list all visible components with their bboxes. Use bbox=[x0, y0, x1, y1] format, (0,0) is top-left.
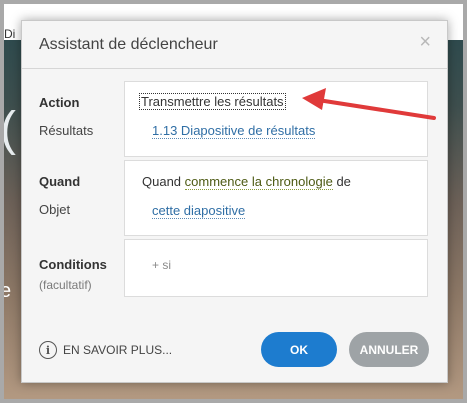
action-select[interactable]: Transmettre les résultats bbox=[139, 93, 286, 110]
when-prefix: Quand bbox=[142, 174, 182, 189]
object-label: Objet bbox=[39, 202, 71, 217]
when-panel: Quand commence la chronologie de cette d… bbox=[124, 160, 428, 236]
when-label: Quand bbox=[39, 174, 81, 189]
learn-more-link[interactable]: i EN SAVOIR PLUS... bbox=[39, 341, 172, 359]
ok-button[interactable]: OK bbox=[261, 332, 337, 367]
cancel-button[interactable]: ANNULER bbox=[349, 332, 429, 367]
trigger-wizard-dialog: Assistant de déclencheur × Action Résult… bbox=[21, 20, 448, 383]
add-condition-button[interactable]: + si bbox=[152, 258, 171, 272]
background-decoration: e bbox=[0, 280, 12, 302]
dialog-header: Assistant de déclencheur × bbox=[22, 21, 447, 69]
when-sentence: Quand commence la chronologie de bbox=[142, 174, 351, 190]
object-select[interactable]: cette diapositive bbox=[152, 203, 246, 219]
conditions-panel: + si bbox=[124, 239, 428, 297]
background-decoration: ( bbox=[0, 103, 16, 156]
conditions-hint: (facultatif) bbox=[39, 278, 92, 292]
action-label: Action bbox=[39, 95, 80, 110]
close-icon[interactable]: × bbox=[419, 31, 431, 54]
learn-more-label: EN SAVOIR PLUS... bbox=[63, 343, 173, 357]
action-panel: Transmettre les résultats 1.13 Diapositi… bbox=[124, 81, 428, 157]
dialog-title: Assistant de déclencheur bbox=[39, 36, 218, 53]
results-label: Résultats bbox=[39, 123, 94, 138]
info-icon: i bbox=[39, 341, 57, 359]
event-select[interactable]: commence la chronologie bbox=[184, 174, 333, 190]
background-topbar-text: Di bbox=[4, 27, 16, 41]
when-suffix: de bbox=[336, 174, 351, 189]
conditions-label: Conditions bbox=[39, 257, 107, 272]
results-slide-link[interactable]: 1.13 Diapositive de résultats bbox=[152, 123, 316, 139]
